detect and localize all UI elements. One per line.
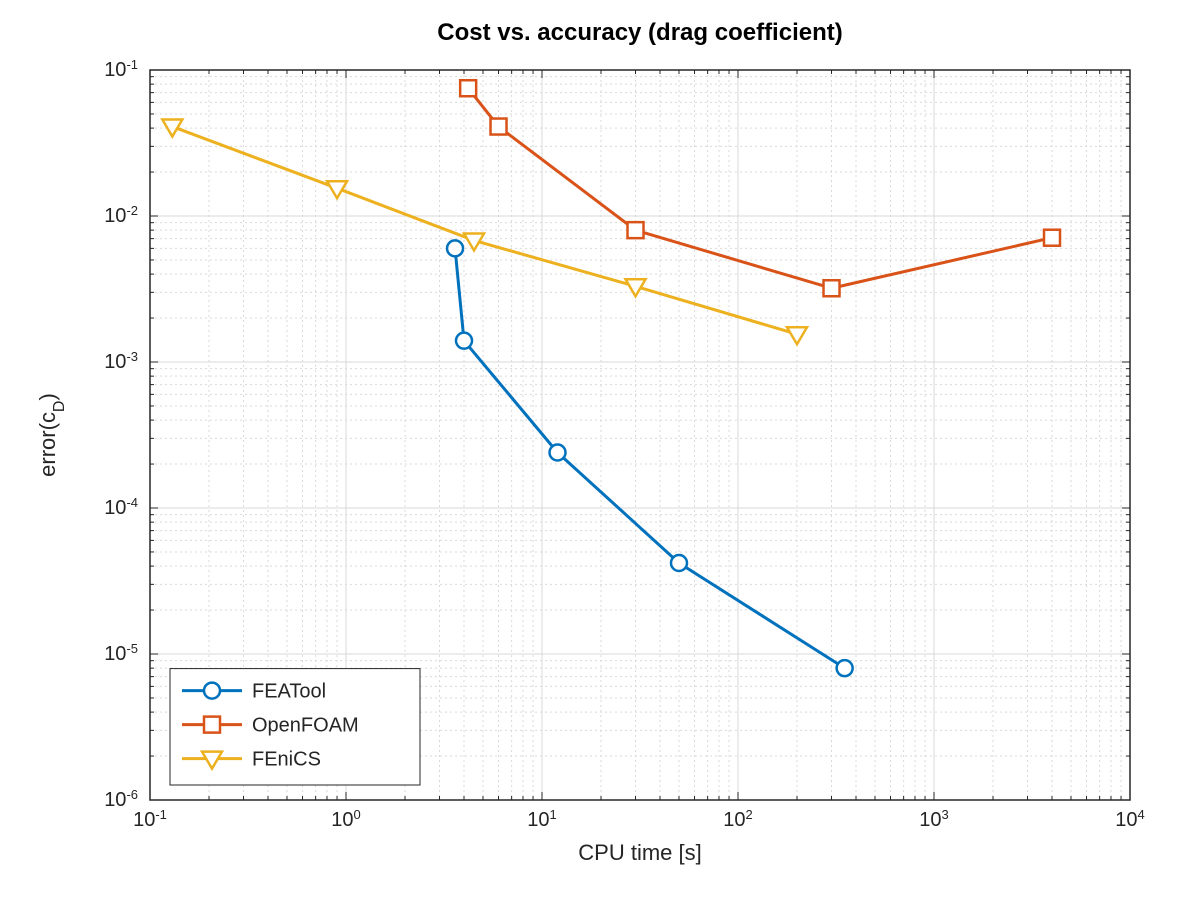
svg-text:error(cD): error(cD) — [35, 393, 68, 477]
series-fenics — [162, 120, 807, 345]
svg-text:10-1: 10-1 — [104, 57, 138, 82]
series-openfoam — [460, 80, 1060, 296]
svg-text:10-2: 10-2 — [104, 203, 138, 228]
svg-text:102: 102 — [723, 807, 752, 832]
svg-text:104: 104 — [1115, 807, 1144, 832]
legend-entry: OpenFOAM — [252, 715, 359, 737]
chart-title: Cost vs. accuracy (drag coefficient) — [437, 19, 842, 46]
legend-entry: FEniCS — [252, 749, 321, 771]
svg-text:10-4: 10-4 — [104, 495, 138, 520]
x-axis-label: CPU time [s] — [578, 840, 701, 865]
legend: FEATool OpenFOAM FEniCS — [170, 669, 420, 785]
y-axis-label: error(cD) — [35, 393, 68, 477]
svg-text:10-1: 10-1 — [133, 807, 167, 832]
svg-text:100: 100 — [331, 807, 360, 832]
chart-container: 10-1 100 101 102 103 104 10-6 10-5 10-4 10-3 10-2 1… — [0, 0, 1200, 900]
legend-entry: FEATool — [252, 681, 326, 703]
svg-text:10-3: 10-3 — [104, 349, 138, 374]
series-featool — [447, 240, 853, 676]
svg-text:10-6: 10-6 — [104, 787, 138, 812]
svg-text:101: 101 — [527, 807, 556, 832]
svg-text:10-5: 10-5 — [104, 641, 138, 666]
chart-svg: 10-1 100 101 102 103 104 10-6 10-5 10-4 10-3 10-2 1… — [0, 0, 1200, 900]
svg-text:103: 103 — [919, 807, 948, 832]
